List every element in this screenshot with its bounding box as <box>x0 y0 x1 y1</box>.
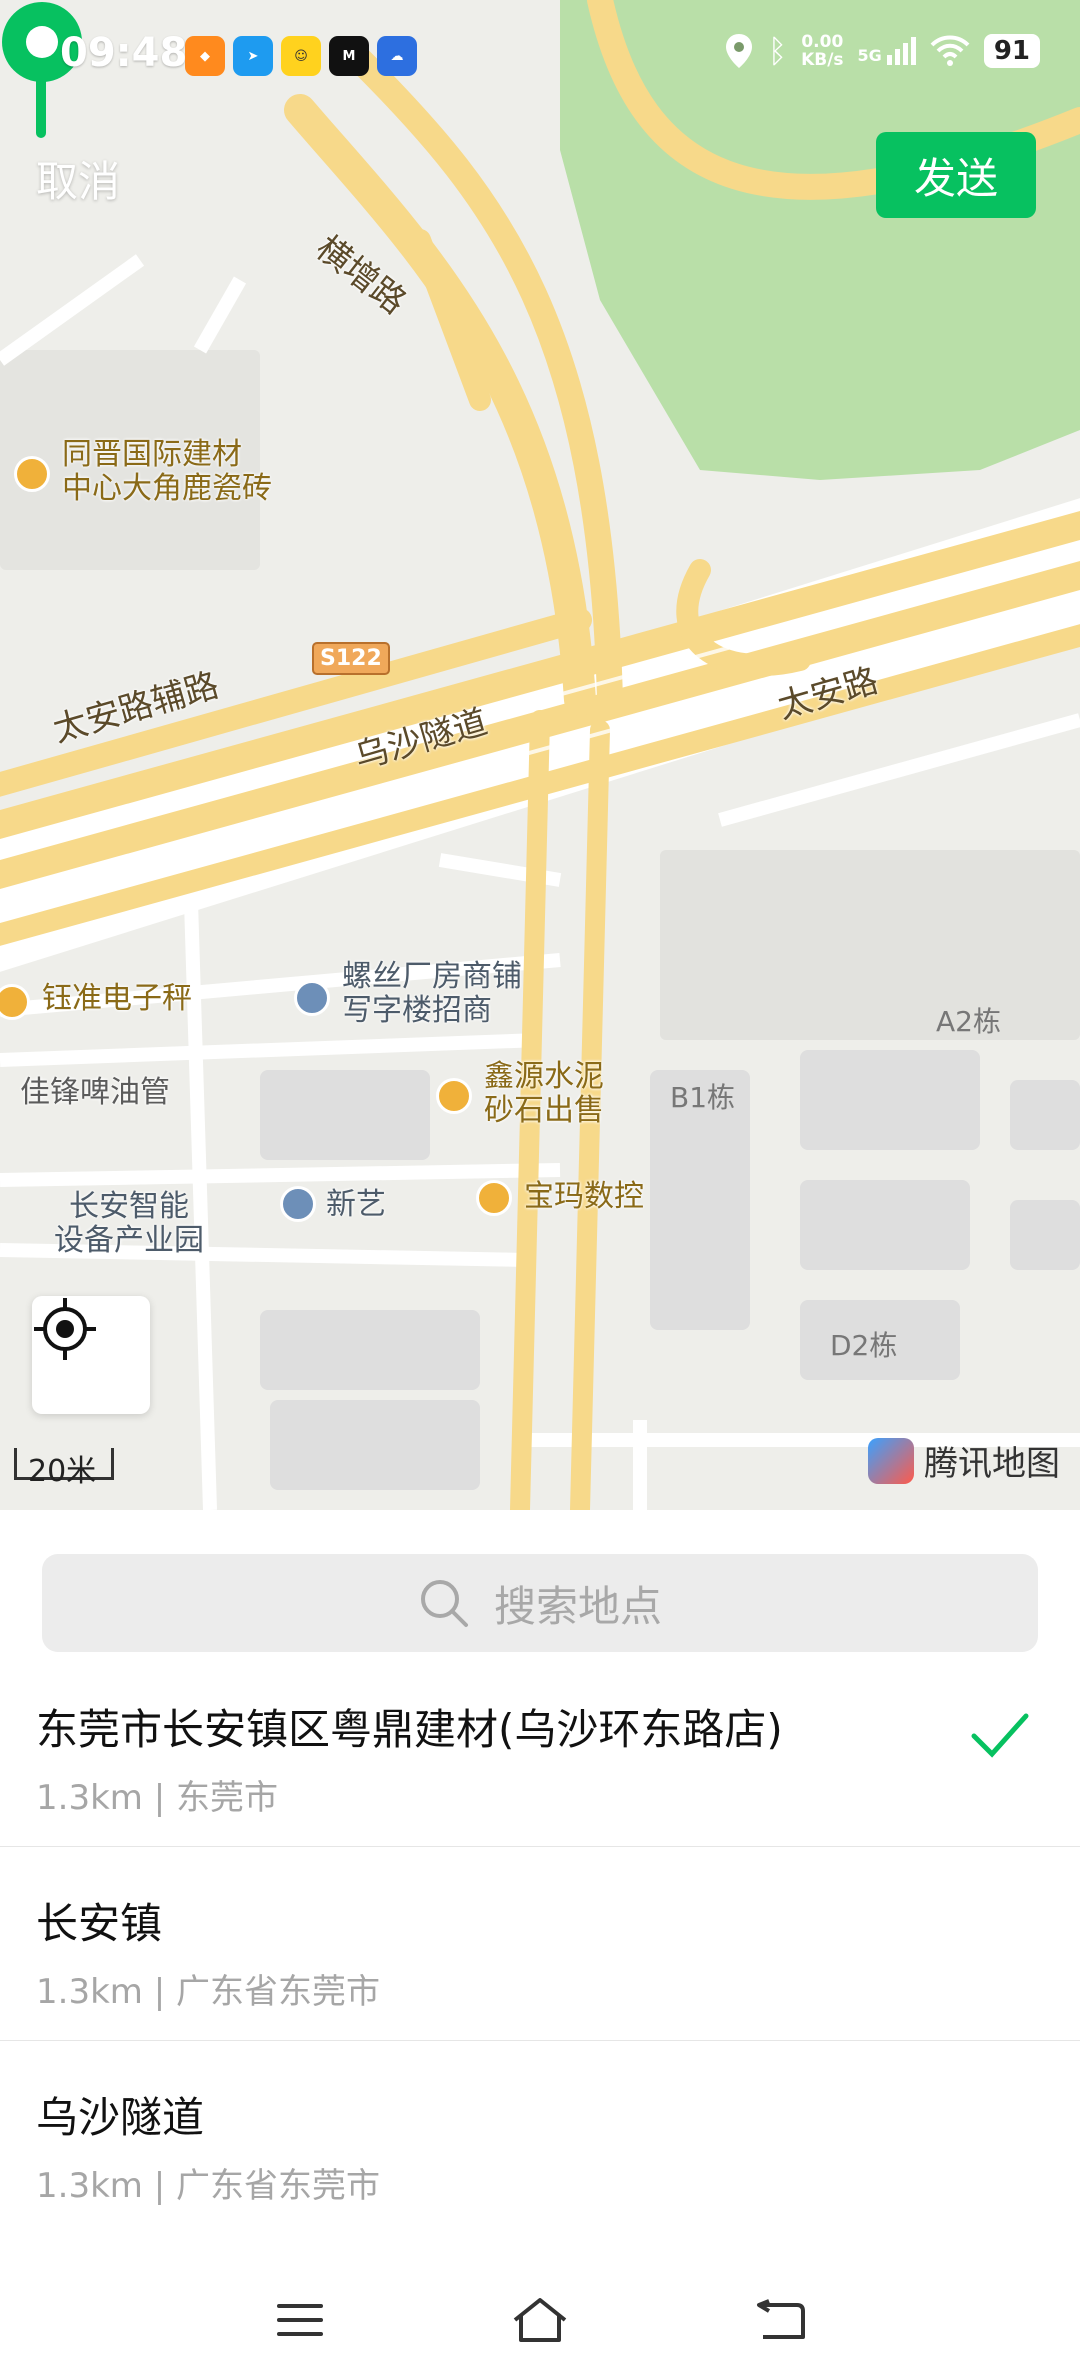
result-subtitle: 1.3km | 广东省东莞市 <box>36 1972 380 2012</box>
search-bar[interactable]: 搜索地点 <box>42 1554 1038 1652</box>
map-view[interactable]: 横增路 太安路辅路 乌沙隧道 太安路 S122 同晋国际建材 中心大角鹿瓷砖 钰… <box>0 0 1080 1510</box>
location-icon <box>725 34 752 68</box>
app-notification-icon: ◆ <box>185 36 225 76</box>
map-canvas <box>0 0 1080 1510</box>
status-bar: 09:48 ◆ ➤ ☺ M ☁ ᛒ 0.00 KB/s 5G 91 <box>0 0 1080 120</box>
poi-label-jiafeng[interactable]: 佳锋啤油管 <box>20 1076 170 1110</box>
back-button[interactable] <box>740 2288 820 2352</box>
map-provider: 腾讯地图 <box>868 1436 1060 1485</box>
location-sheet: 搜索地点 东莞市长安镇区粤鼎建材(乌沙环东路店) 1.3km | 东莞市 长安镇… <box>0 1510 1080 2376</box>
poi-label-xinyuan[interactable]: 鑫源水泥 砂石出售 <box>484 1060 604 1128</box>
wifi-icon <box>930 35 970 66</box>
app-notification-icon: ☁ <box>377 36 417 76</box>
search-placeholder: 搜索地点 <box>493 1581 662 1631</box>
menu-button[interactable] <box>260 2288 340 2352</box>
app-notification-icon: M <box>329 36 369 76</box>
crosshair-icon <box>34 1298 96 1360</box>
location-result-item[interactable]: 乌沙隧道 1.3km | 广东省东莞市 <box>0 2040 1080 2234</box>
highway-shield-s122: S122 <box>312 642 390 675</box>
poi-label-luosi[interactable]: 螺丝厂房商铺 写字楼招商 <box>342 960 522 1028</box>
result-title: 长安镇 <box>36 1899 163 1948</box>
poi-label-zhineng[interactable]: 长安智能 设备产业园 <box>54 1190 204 1258</box>
net-speed: 0.00 KB/s <box>801 32 844 70</box>
map-scale-label: 20米 <box>28 1454 97 1489</box>
search-icon <box>420 1580 468 1627</box>
poi-label-yuzhun[interactable]: 钰准电子秤 <box>42 982 192 1016</box>
building-label-d2: D2栋 <box>830 1329 898 1362</box>
building-label-b1: B1栋 <box>670 1081 736 1114</box>
map-provider-label: 腾讯地图 <box>924 1444 1060 1484</box>
building-marker-icon <box>294 980 330 1016</box>
notification-icons: ◆ ➤ ☺ M ☁ <box>185 36 417 76</box>
menu-icon <box>277 2304 323 2336</box>
cellular-signal-icon: 5G <box>858 37 916 65</box>
poi-label-xinyi[interactable]: 新艺 <box>326 1188 386 1222</box>
status-indicators: ᛒ 0.00 KB/s 5G 91 <box>724 32 1040 70</box>
system-navigation-bar <box>0 2270 1080 2376</box>
bluetooth-icon: ᛒ <box>767 32 788 70</box>
status-time: 09:48 <box>60 30 188 76</box>
checkmark-icon <box>971 1713 1029 1758</box>
home-button[interactable] <box>500 2288 580 2352</box>
result-title: 乌沙隧道 <box>36 2093 205 2142</box>
locate-me-button[interactable] <box>32 1296 150 1414</box>
result-subtitle: 1.3km | 广东省东莞市 <box>36 2166 380 2206</box>
bus-stop-icon <box>280 1186 316 1222</box>
poi-label-tongjin[interactable]: 同晋国际建材 中心大角鹿瓷砖 <box>62 438 272 506</box>
building-label-a2: A2栋 <box>936 1005 1001 1038</box>
poi-marker-icon <box>476 1180 512 1216</box>
tencent-map-logo-icon <box>868 1437 914 1484</box>
home-icon <box>513 2298 567 2342</box>
cancel-button[interactable]: 取消 <box>36 148 120 209</box>
app-notification-icon: ➤ <box>233 36 273 76</box>
poi-label-baoma[interactable]: 宝玛数控 <box>524 1180 644 1214</box>
back-icon <box>757 2299 805 2339</box>
location-result-item[interactable]: 东莞市长安镇区粤鼎建材(乌沙环东路店) 1.3km | 东莞市 <box>0 1652 1080 1847</box>
battery-level: 91 <box>983 34 1040 68</box>
location-result-item[interactable]: 长安镇 1.3km | 广东省东莞市 <box>0 1846 1080 2041</box>
send-button[interactable]: 发送 <box>876 132 1036 218</box>
result-title: 东莞市长安镇区粤鼎建材(乌沙环东路店) <box>36 1705 783 1754</box>
app-notification-icon: ☺ <box>281 36 321 76</box>
result-subtitle: 1.3km | 东莞市 <box>36 1778 278 1818</box>
poi-marker-icon <box>436 1078 472 1114</box>
poi-marker-icon <box>14 456 50 492</box>
